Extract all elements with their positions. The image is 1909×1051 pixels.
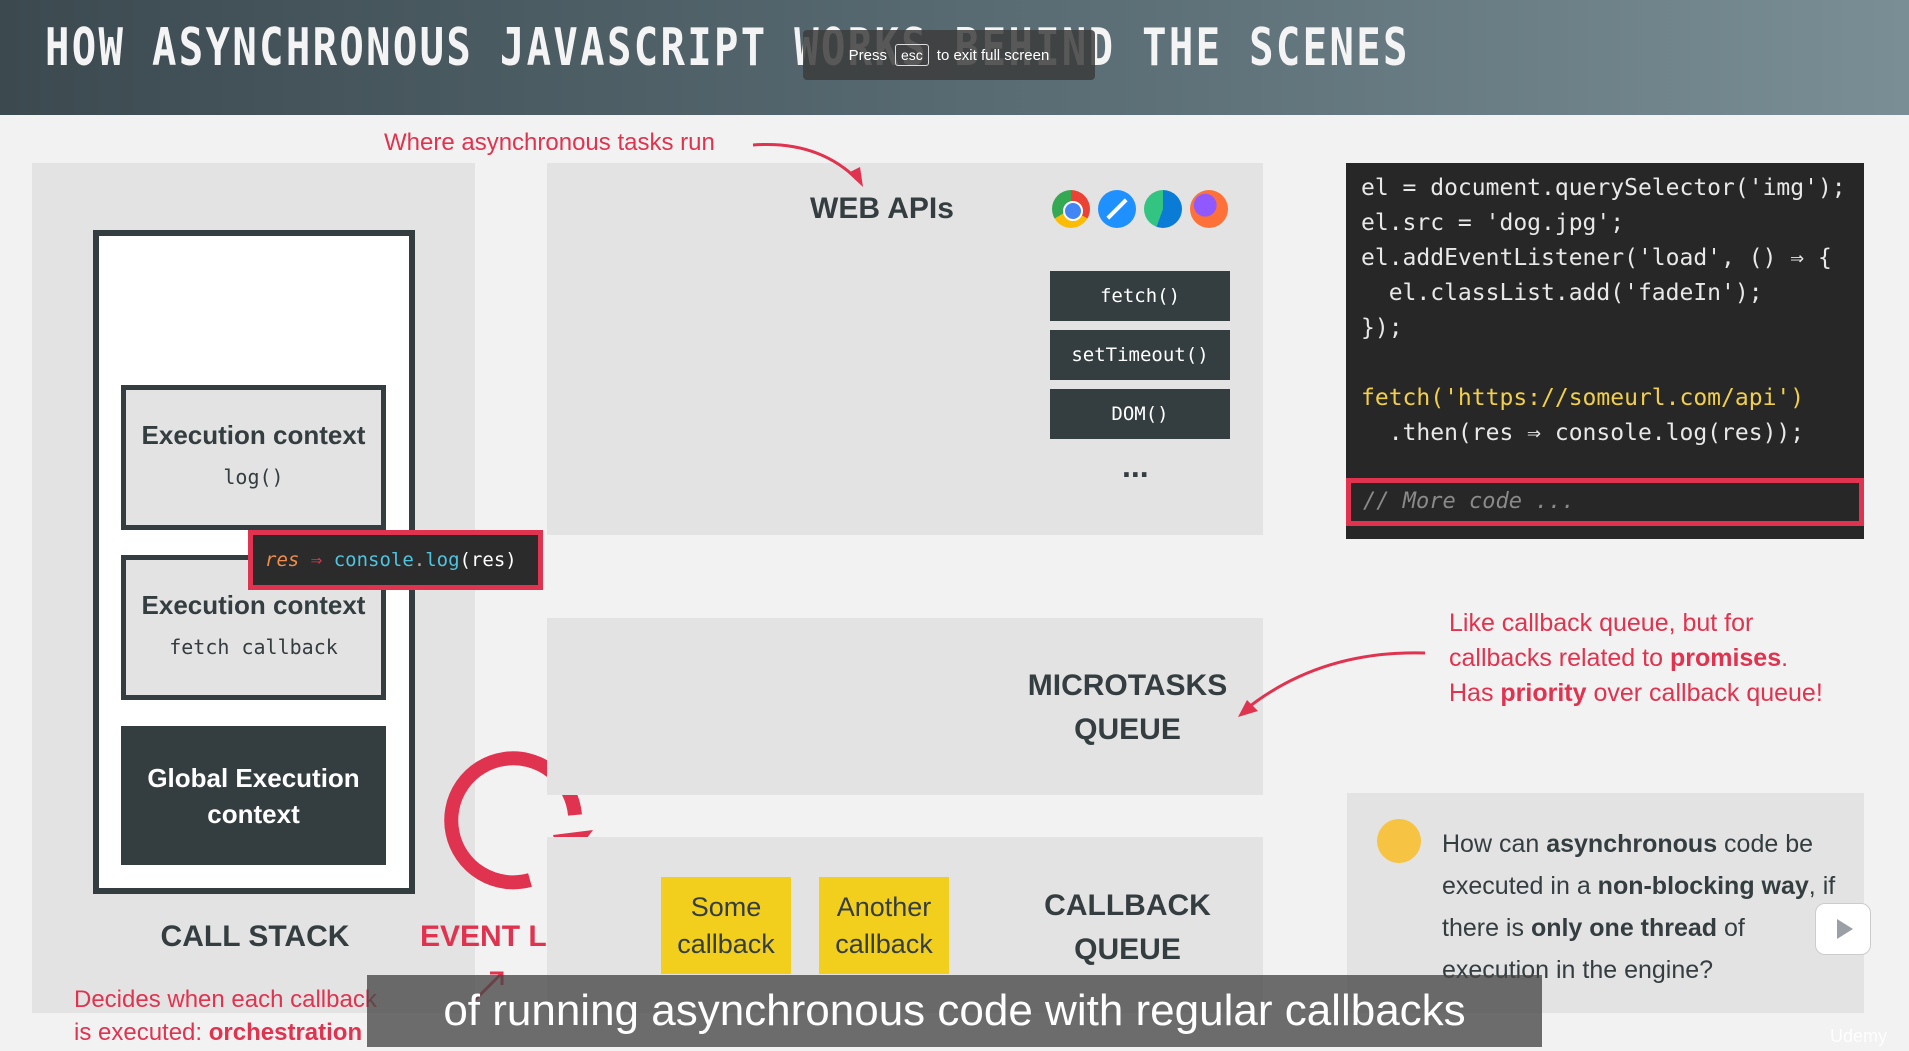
question-part: How can (1442, 830, 1547, 858)
event-loop-note-bold: orchestration (208, 1019, 363, 1046)
callback-item-line1: Some (690, 891, 762, 922)
global-execution-context-label: Global Execution context (147, 762, 360, 829)
firefox-icon (1190, 190, 1228, 228)
callback-item-line2: callback (677, 928, 775, 959)
web-api-fetch: fetch() (1050, 271, 1230, 321)
question-text: How can asynchronous code be executed in… (1442, 823, 1852, 991)
where-tasks-arrow (752, 142, 863, 187)
slide-title: HOW ASYNCHRONOUS JAVASCRIPT WORKS BEHIND… (45, 18, 1410, 78)
execution-context-log: Execution context log() (121, 385, 386, 530)
safari-icon (1098, 190, 1136, 228)
slide-header: HOW ASYNCHRONOUS JAVASCRIPT WORKS BEHIND… (0, 0, 1909, 115)
event-loop-note-line2: is executed: orchestration (74, 1016, 377, 1049)
code-line: el.addEventListener('load', () ⇒ { (1361, 245, 1832, 271)
microtasks-note-period: . (1781, 644, 1789, 672)
microtasks-label-line1: MICROTASKS (1027, 669, 1228, 702)
code-line: fetch('https://someurl.com/api') (1361, 385, 1805, 411)
microtasks-note-priority: priority (1500, 679, 1587, 707)
thinking-face-icon (1377, 819, 1421, 863)
call-stack-label: CALL STACK (160, 920, 350, 953)
microtasks-note-rest: over callback queue! (1586, 679, 1823, 707)
microtasks-note-line3: Has priority over callback queue! (1449, 676, 1823, 711)
callback-item-line2: callback (835, 928, 933, 959)
callback-queue-label: CALLBACK QUEUE (1010, 884, 1245, 972)
microtasks-queue-label: MICROTASKS QUEUE (1010, 664, 1245, 752)
fullscreen-notice: Press esc to exit full screen (803, 30, 1095, 80)
question-bold: asynchronous (1546, 830, 1718, 858)
web-api-settimeout: setTimeout() (1050, 330, 1230, 380)
code-line: .then(res ⇒ console.log(res)); (1361, 420, 1805, 446)
code-line: el.src = 'dog.jpg'; (1361, 210, 1625, 236)
edge-icon (1144, 190, 1182, 228)
esc-key[interactable]: esc (894, 44, 929, 66)
execution-context-title: Execution context (141, 590, 366, 620)
callback-queue-item: Another callback (819, 877, 949, 974)
execution-context-sub: fetch callback (169, 635, 338, 659)
microtasks-note-line2-text: callbacks related to (1449, 644, 1670, 672)
chip-obj: console (333, 549, 414, 571)
browser-icons (1052, 190, 1228, 228)
event-loop-note-line1: Decides when each callback (74, 986, 377, 1013)
fullscreen-rest-text: to exit full screen (936, 46, 1050, 64)
microtasks-note: Like callback queue, but for callbacks r… (1449, 606, 1823, 711)
fullscreen-press-text: Press (848, 46, 887, 64)
video-caption: of running asynchronous code with regula… (367, 975, 1542, 1047)
event-loop-note: Decides when each callback is executed: … (74, 983, 377, 1049)
microtasks-label-line2: QUEUE (1074, 713, 1181, 746)
callback-code-chip: res ⇒ console. log (res) (248, 530, 543, 590)
callback-queue-item: Some callback (661, 877, 791, 974)
execution-context-sub: log() (223, 465, 284, 489)
play-button[interactable] (1815, 903, 1871, 955)
code-line: el = document.querySelector('img'); (1361, 175, 1846, 201)
chip-dot: . (413, 549, 426, 571)
play-icon (1837, 919, 1853, 939)
microtasks-note-has: Has (1449, 679, 1501, 707)
udemy-watermark: Udemy (1830, 1026, 1888, 1046)
callback-label-line1: CALLBACK (1044, 889, 1211, 922)
execution-context-title: Execution context (141, 420, 366, 450)
microtasks-note-line2: callbacks related to promises. (1449, 641, 1823, 676)
chrome-icon (1052, 190, 1090, 228)
chip-fn: log (425, 549, 460, 571)
microtasks-note-line1: Like callback queue, but for (1449, 609, 1754, 637)
callback-label-line2: QUEUE (1074, 933, 1181, 966)
microtasks-note-promises: promises (1669, 644, 1782, 672)
chip-param: res (265, 549, 300, 571)
code-line: el.classList.add('fadeIn'); (1361, 280, 1763, 306)
microtasks-note-arrow (1238, 651, 1426, 717)
chip-args: (res) (459, 549, 517, 571)
question-bold: only one thread (1530, 914, 1718, 942)
more-code-line: // More code ... (1346, 478, 1864, 526)
callback-item-line1: Another (836, 891, 932, 922)
web-apis-title: WEB APIs (810, 192, 954, 225)
event-loop-note-line2-text: is executed: (74, 1019, 209, 1046)
web-api-dom: DOM() (1050, 389, 1230, 439)
where-tasks-run-note: Where asynchronous tasks run (384, 129, 715, 156)
chip-arrow: ⇒ (310, 549, 323, 571)
web-api-more: ... (1122, 448, 1149, 484)
question-bold: non-blocking way (1597, 872, 1809, 900)
code-line: }); (1361, 315, 1403, 341)
global-execution-context: Global Execution context (121, 726, 386, 865)
